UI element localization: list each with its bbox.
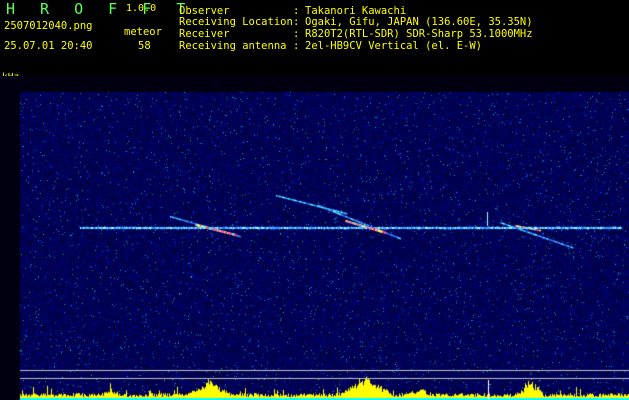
- location-separator: :: [293, 16, 300, 28]
- meteor-count: 58: [138, 40, 151, 52]
- location-label: Receiving Location: [179, 16, 293, 28]
- spectrogram-waterfall: [0, 76, 629, 400]
- receiver-value: R820T2(RTL-SDR) SDR-Sharp 53.1000MHz: [305, 28, 533, 40]
- antenna-separator: :: [293, 40, 300, 52]
- receiver-label: Receiver: [179, 28, 230, 40]
- observer-label: Observer: [179, 5, 230, 17]
- app-logo: H R O F F T: [6, 0, 194, 18]
- observer-separator: :: [293, 5, 300, 17]
- antenna-label: Receiving antenna: [179, 40, 287, 52]
- receiver-separator: :: [293, 28, 300, 40]
- app-version: 1.0.0: [126, 3, 157, 14]
- file-name: 2507012040.png: [4, 20, 93, 32]
- file-datetime: 25.07.01 20:40: [4, 40, 93, 52]
- antenna-value: 2el-HB9CV Vertical (el. E-W): [305, 40, 483, 52]
- observer-value: Takanori Kawachi: [305, 5, 407, 17]
- location-value: Ogaki, Gifu, JAPAN (136.60E, 35.35N): [305, 16, 533, 28]
- meteor-label: meteor: [124, 26, 162, 38]
- header-panel: H R O F F T 1.0.0 2507012040.png 25.07.0…: [0, 0, 629, 76]
